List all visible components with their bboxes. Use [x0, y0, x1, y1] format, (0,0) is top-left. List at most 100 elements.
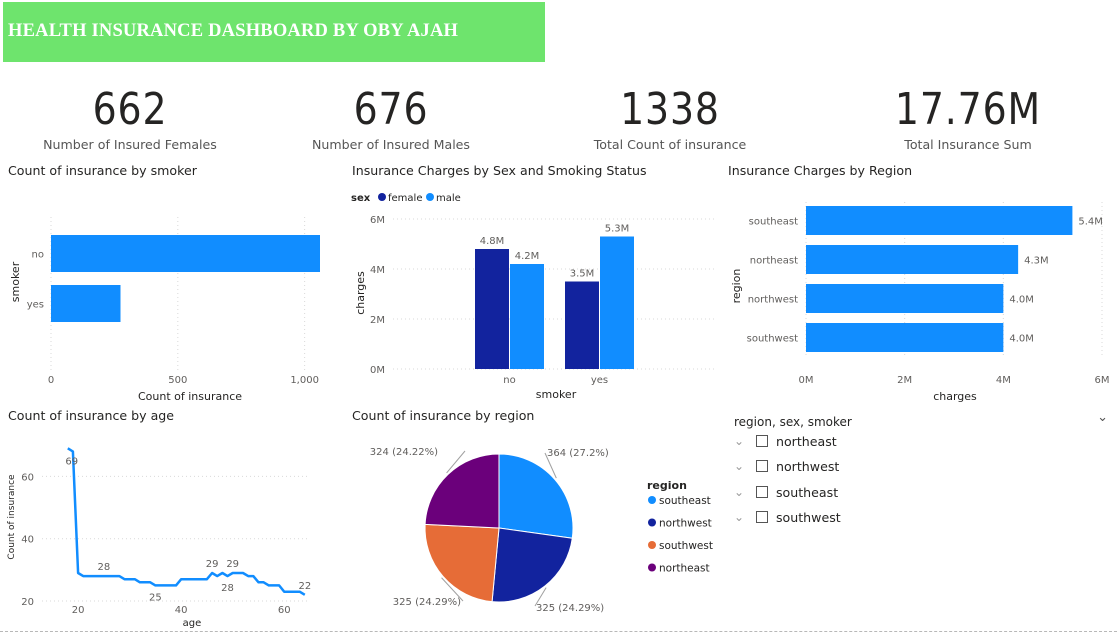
kpi-label: Number of Insured Females: [43, 137, 217, 152]
sex-smoker-column-chart[interactable]: sex female male 0M 2M 4M 6M 4.8M 4.2M no 3.5M 5.3M y…: [345, 182, 720, 407]
legend-marker: [378, 193, 386, 201]
y-tick-label: no: [32, 250, 44, 261]
kpi-card-total-sum[interactable]: 17.76M Total Insurance Sum: [878, 84, 1058, 152]
data-label: 5.3M: [605, 224, 630, 235]
x-axis-title: smoker: [536, 388, 577, 401]
data-label: 29: [226, 559, 239, 570]
slicer-title: region, sex, smoker: [734, 415, 852, 429]
data-label: 25: [149, 592, 162, 603]
column: [565, 281, 599, 369]
x-tick-label: 6M: [1095, 375, 1110, 386]
region-pie-chart[interactable]: 364 (27.2%) 325 (24.29%) 325 (24.29%) 324 (…: [345, 425, 720, 632]
y-tick-label: northwest: [748, 295, 798, 306]
column: [475, 249, 509, 369]
data-label: 4.3M: [1024, 256, 1049, 267]
x-tick-label: yes: [591, 375, 608, 386]
legend-marker: [648, 518, 656, 527]
data-label: 3.5M: [570, 269, 595, 280]
age-chart-title: Count of insurance by age: [8, 408, 175, 423]
legend-marker: [648, 496, 656, 504]
legend-label: northwest: [659, 518, 712, 530]
x-tick-label: 500: [168, 375, 187, 386]
kpi-value: 662: [92, 84, 168, 135]
x-tick-label: 2M: [897, 375, 912, 386]
slicer-item-label: northwest: [776, 458, 840, 474]
x-tick-label: 0: [48, 375, 54, 386]
checkbox[interactable]: [756, 460, 768, 472]
y-tick-label: 4M: [370, 265, 385, 276]
data-label: 325 (24.29%): [393, 597, 461, 608]
slicer-item-label: southeast: [776, 484, 839, 500]
data-label: 5.4M: [1078, 217, 1103, 228]
bar: [806, 245, 1019, 274]
y-tick-label: 40: [21, 535, 34, 546]
pie-slice: [424, 453, 500, 529]
bar: [806, 284, 1004, 313]
dashboard-title: HEALTH INSURANCE DASHBOARD BY OBY AJAH: [8, 21, 459, 41]
pie-slice: [424, 523, 500, 603]
region-charges-bar-chart[interactable]: 0M 2M 4M 6M 5.4M southeast 4.3M northeast 4.0M no…: [720, 182, 1117, 407]
chevron-expand-icon[interactable]: ⌄: [734, 434, 748, 448]
slicer-item-southwest[interactable]: ⌄ southwest: [734, 508, 841, 526]
slicer-item-label: northeast: [776, 433, 837, 449]
kpi-card-females[interactable]: 662 Number of Insured Females: [40, 84, 220, 152]
kpi-label: Total Insurance Sum: [904, 137, 1032, 152]
bar: [51, 285, 121, 322]
x-tick-label: 40: [175, 605, 188, 616]
y-tick-label: southwest: [747, 334, 798, 345]
chevron-expand-icon[interactable]: ⌄: [734, 485, 748, 499]
slicer-item-northeast[interactable]: ⌄ northeast: [734, 432, 837, 450]
checkbox[interactable]: [756, 435, 768, 447]
y-tick-label: southeast: [749, 217, 798, 228]
bar: [51, 235, 320, 272]
kpi-card-total-count[interactable]: 1338 Total Count of insurance: [580, 84, 760, 152]
legend-label: southwest: [659, 540, 713, 552]
y-axis-title: smoker: [9, 261, 22, 302]
chevron-expand-icon[interactable]: ⌄: [734, 510, 748, 524]
smoker-bar-chart[interactable]: 0 500 1,000 no yes Count of insurance smoker: [0, 182, 320, 407]
x-tick-label: 4M: [996, 375, 1011, 386]
y-axis-title: charges: [354, 271, 367, 315]
data-label: 22: [298, 581, 311, 592]
y-axis-title: Count of insurance: [7, 474, 17, 560]
data-label: 69: [65, 456, 78, 467]
kpi-value: 1338: [620, 84, 720, 135]
data-label: 4.0M: [1009, 295, 1034, 306]
x-tick-label: 0M: [799, 375, 814, 386]
chevron-expand-icon[interactable]: ⌄: [734, 459, 748, 473]
y-tick-label: 2M: [370, 315, 385, 326]
y-tick-label: 60: [21, 472, 34, 483]
slicer-item-northwest[interactable]: ⌄ northwest: [734, 457, 839, 475]
x-tick-label: no: [503, 375, 515, 386]
kpi-label: Total Count of insurance: [593, 137, 747, 152]
data-label: 364 (27.2%): [547, 448, 609, 459]
legend-title: region: [647, 479, 687, 492]
y-tick-label: northeast: [750, 256, 798, 267]
region-charges-chart-title: Insurance Charges by Region: [728, 163, 913, 178]
y-tick-label: 6M: [370, 215, 385, 226]
chevron-down-icon[interactable]: ⌄: [1097, 410, 1108, 425]
checkbox[interactable]: [756, 511, 768, 523]
smoker-chart-title: Count of insurance by smoker: [8, 163, 197, 178]
legend-label: northeast: [659, 563, 710, 575]
x-tick-label: 20: [72, 605, 85, 616]
checkbox[interactable]: [756, 486, 768, 498]
data-label: 325 (24.29%): [536, 603, 604, 614]
kpi-label: Number of Insured Males: [311, 137, 470, 152]
data-label: 4.8M: [480, 236, 505, 247]
age-line-chart[interactable]: 20 40 60 20 40 60 69 28 25 29 28 29 22 age Count of in…: [0, 425, 330, 632]
slicer-item-southeast[interactable]: ⌄ southeast: [734, 483, 838, 501]
data-label: 4.0M: [1009, 334, 1034, 345]
legend-label: male: [436, 193, 461, 204]
data-label: 324 (24.22%): [370, 447, 438, 458]
legend-title: sex: [351, 193, 371, 204]
legend-marker: [648, 541, 656, 549]
y-tick-label: yes: [27, 300, 44, 311]
pie-slice: [498, 453, 574, 539]
kpi-value: 17.76M: [894, 84, 1042, 135]
legend-marker: [426, 193, 434, 201]
data-label: 28: [221, 583, 234, 594]
kpi-card-males[interactable]: 676 Number of Insured Males: [301, 84, 481, 152]
legend-marker: [648, 563, 656, 572]
x-tick-label: 60: [278, 605, 291, 616]
